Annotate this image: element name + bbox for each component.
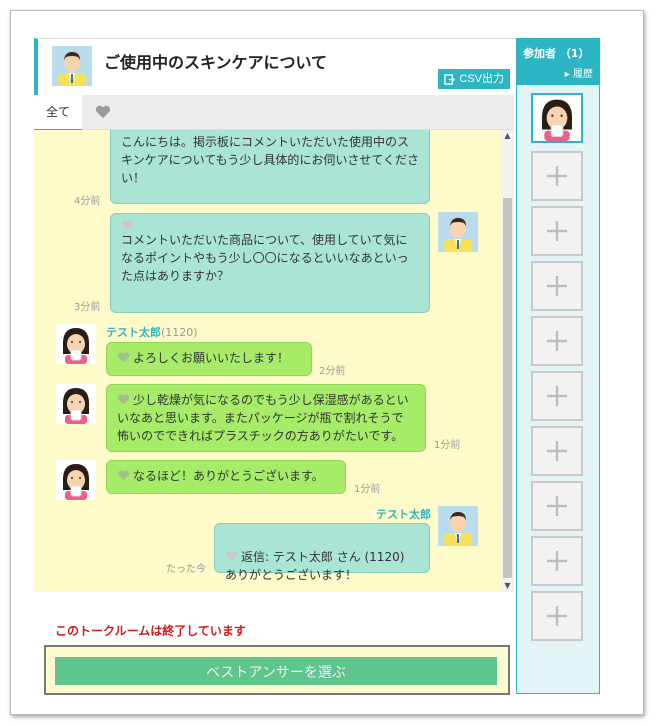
scroll-down-icon[interactable]: ▼ (501, 580, 514, 592)
message-bubble: 少し乾燥が気になるのでもう少し保湿感があるといいなあと思います。またパッケージが… (106, 384, 426, 452)
sender-name-text: テスト太郎 (106, 326, 161, 339)
empty-participant-slot[interactable] (531, 316, 583, 366)
scroll-thumb[interactable] (503, 198, 512, 578)
message-list: こんにちは。掲示板にコメントいただいた使用中のスキンケアについてもう少し具体的に… (34, 130, 501, 592)
message-bubble: よろしくお願いいたします！ (106, 342, 312, 376)
history-link[interactable]: ▸ 履歴 (565, 65, 593, 80)
heart-icon[interactable] (225, 551, 238, 562)
message-text: なるほど！ありがとうございます。 (133, 469, 324, 483)
plus-icon (547, 441, 567, 461)
sender-name: テスト太郎 (376, 508, 431, 521)
host-avatar (52, 46, 92, 86)
plus-icon (547, 221, 567, 241)
csv-export-icon (444, 73, 456, 85)
sender-name: テスト太郎(1120) (106, 324, 198, 340)
empty-participant-slot[interactable] (531, 536, 583, 586)
participant-avatar (56, 324, 96, 364)
sender-count: (1120) (161, 326, 198, 339)
scroll-up-icon[interactable]: ▲ (501, 130, 514, 142)
plus-icon (547, 606, 567, 626)
best-answer-container: ベストアンサーを選ぶ (44, 645, 510, 695)
plus-icon (547, 496, 567, 516)
heart-icon[interactable] (117, 352, 130, 363)
tab-all[interactable]: 全て (34, 95, 82, 131)
chat-scrollbar[interactable]: ▲ ▼ (501, 130, 514, 592)
empty-participant-slot[interactable] (531, 261, 583, 311)
heart-icon (95, 105, 111, 118)
empty-participant-slot[interactable] (531, 591, 583, 641)
tab-favorites[interactable] (84, 95, 122, 129)
csv-export-label: CSV出力 (459, 73, 504, 85)
message-text: こんにちは。掲示板にコメントいただいた使用中のスキンケアについてもう少し具体的に… (121, 135, 419, 185)
participants-panel: 参加者 （1） ▸ 履歴 (516, 38, 600, 694)
message-time: 4分前 (74, 196, 101, 207)
empty-participant-slot[interactable] (531, 481, 583, 531)
participants-header: 参加者 （1） ▸ 履歴 (517, 39, 599, 85)
message-time: 1分前 (434, 440, 461, 451)
message-bubble: なるほど！ありがとうございます。 (106, 460, 346, 494)
message-bubble: コメントいただいた商品について、使用していて気になるポイントやもう少し〇〇になる… (110, 213, 430, 313)
best-answer-button[interactable]: ベストアンサーを選ぶ (55, 657, 497, 685)
message-text: コメントいただいた商品について、使用していて気になるポイントやもう少し〇〇になる… (121, 233, 409, 283)
room-header: ご使用中のスキンケアについて CSV出力 (34, 38, 518, 95)
empty-participant-slot[interactable] (531, 151, 583, 201)
heart-icon[interactable] (117, 394, 130, 405)
host-avatar (438, 506, 478, 546)
participant-avatar (56, 384, 96, 424)
filter-tabs: 全て (34, 95, 514, 131)
plus-icon (547, 386, 567, 406)
message-text: よろしくお願いいたします！ (133, 351, 290, 365)
csv-export-button[interactable]: CSV出力 (438, 69, 510, 89)
message-bubble: 返信: テスト太郎 さん (1120) ありがとうございます！ (214, 523, 430, 582)
empty-participant-slot[interactable] (531, 206, 583, 256)
room-ended-notice: このトークルームは終了しています (55, 624, 246, 638)
plus-icon (547, 551, 567, 571)
room-title: ご使用中のスキンケアについて (104, 53, 328, 72)
message-time: 2分前 (319, 366, 346, 377)
empty-participant-slot[interactable] (531, 426, 583, 476)
heart-icon[interactable] (121, 220, 134, 231)
message-time: 1分前 (354, 484, 381, 495)
message-bubble: こんにちは。掲示板にコメントいただいた使用中のスキンケアについてもう少し具体的に… (110, 130, 430, 204)
plus-icon (547, 331, 567, 351)
heart-icon[interactable] (117, 470, 130, 481)
message-text: 返信: テスト太郎 さん (1120) ありがとうございます！ (225, 550, 405, 582)
message-text: 少し乾燥が気になるのでもう少し保湿感があるといいなあと思います。またパッケージが… (117, 393, 409, 443)
message-time: たった今 (166, 564, 206, 575)
participant-avatar (534, 95, 580, 141)
plus-icon (547, 166, 567, 186)
message-time: 3分前 (74, 302, 101, 313)
empty-participant-slot[interactable] (531, 371, 583, 421)
host-avatar (438, 212, 478, 252)
participant-slot[interactable] (531, 93, 583, 143)
participant-avatar (56, 460, 96, 500)
plus-icon (547, 276, 567, 296)
participants-title: 参加者 （1） (523, 47, 590, 60)
